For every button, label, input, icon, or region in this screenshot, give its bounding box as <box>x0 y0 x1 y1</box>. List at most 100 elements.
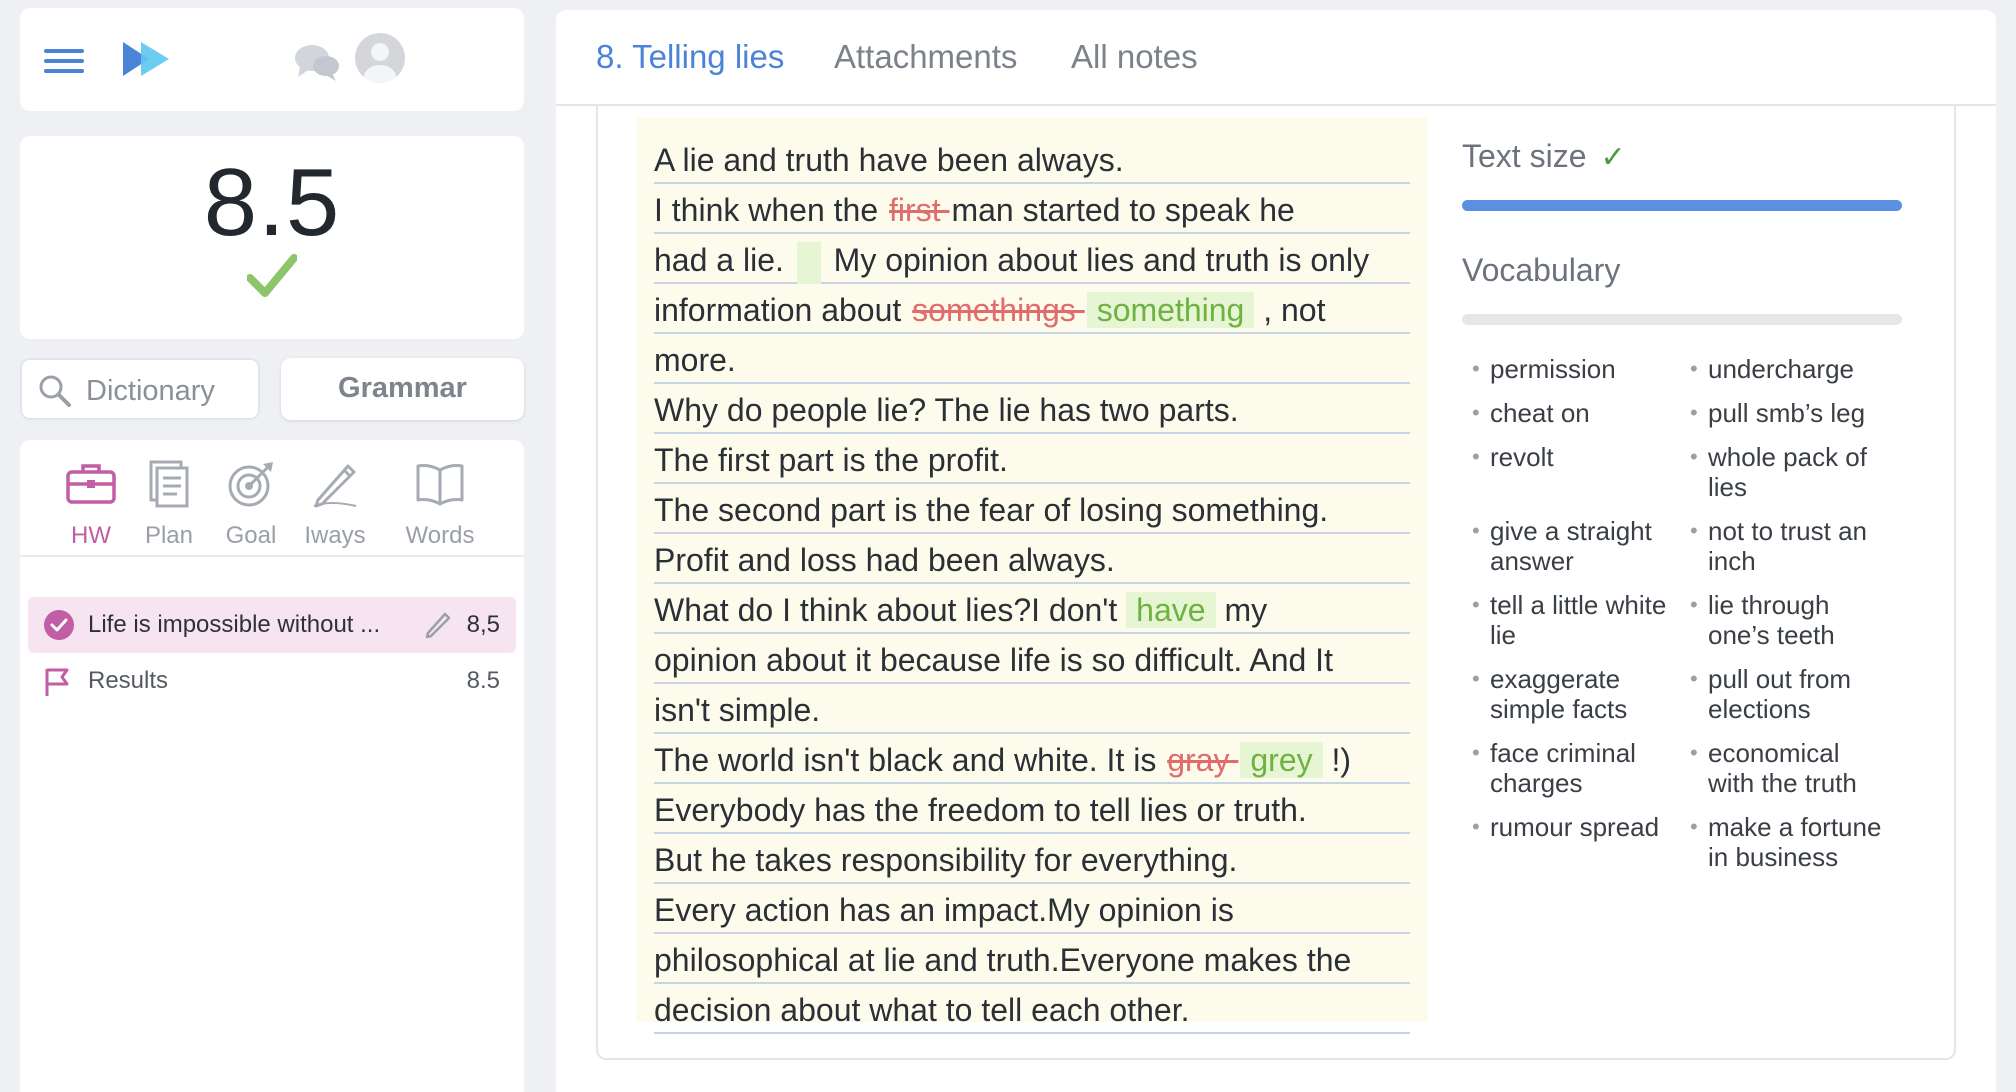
essay-text-segment: The first part is the profit. <box>654 442 1008 478</box>
essay-text-segment: opinion about it because life is so diff… <box>654 642 1333 678</box>
book-icon <box>392 454 488 514</box>
chat-icon[interactable] <box>294 42 340 89</box>
vocabulary-column-2: undercharge pull smb’s leg whole pack of l… <box>1686 354 1886 886</box>
essay-line: The world isn't black and white. It is g… <box>654 736 1410 784</box>
essay-text-segment: more. <box>654 342 736 378</box>
check-icon: ✓ <box>1600 141 1626 174</box>
nav-plan-label: Plan <box>144 522 194 549</box>
essay-text-segment: , not <box>1254 292 1326 328</box>
essay-line: The first part is the profit. <box>654 436 1410 484</box>
essay-text-segment: Why do people lie? The lie has two parts… <box>654 392 1239 428</box>
results-item[interactable]: Results 8.5 <box>28 655 516 707</box>
tab-attachments[interactable]: Attachments <box>834 38 1017 76</box>
essay-line: The second part is the fear of losing so… <box>654 486 1410 534</box>
essay-text-segment: !) <box>1322 742 1352 778</box>
nav-plan[interactable]: Plan <box>134 454 204 550</box>
essay-text-segment: My opinion about lies and truth is only <box>824 242 1370 278</box>
vocabulary-item[interactable]: economical with the truth <box>1686 738 1886 798</box>
tab-all-notes[interactable]: All notes <box>1071 38 1198 76</box>
vocabulary-item[interactable]: not to trust an inch <box>1686 516 1886 576</box>
grammar-button[interactable]: Grammar <box>281 358 524 420</box>
nav-hw-label: HW <box>71 522 111 549</box>
correction-inserted[interactable]: grey <box>1240 742 1323 778</box>
results-score: 8.5 <box>466 667 500 694</box>
pencil-icon <box>295 454 375 514</box>
essay-line: decision about what to tell each other. <box>654 986 1410 1034</box>
assignment-score: 8,5 <box>466 611 500 638</box>
menu-icon[interactable] <box>44 49 84 73</box>
essay-text-segment: The second part is the fear of losing so… <box>654 492 1329 528</box>
avatar[interactable] <box>355 33 405 83</box>
vocabulary-item[interactable]: permission <box>1468 354 1668 384</box>
logo-icon[interactable] <box>123 40 175 83</box>
text-size-text: Text size <box>1462 138 1587 174</box>
nav-words[interactable]: Words <box>392 454 488 550</box>
vocabulary-item[interactable]: give a straight answer <box>1468 516 1668 576</box>
correction-deleted[interactable]: gray <box>1165 742 1240 778</box>
vocabulary-item[interactable]: revolt <box>1468 442 1668 502</box>
divider <box>20 555 524 557</box>
correction-inserted[interactable]: something <box>1086 292 1255 328</box>
essay-text: A lie and truth have been always. I think… <box>654 136 1410 1036</box>
vocabulary-item[interactable]: cheat on <box>1468 398 1668 428</box>
grammar-label: Grammar <box>338 372 467 404</box>
assignment-title: Life is impossible without ... <box>88 611 381 638</box>
essay-line: Everybody has the freedom to tell lies o… <box>654 786 1410 834</box>
tab-lesson[interactable]: 8. Telling lies <box>596 38 784 76</box>
nav-iways-label: Iways <box>304 522 366 549</box>
essay-text-segment: Profit and loss had been always. <box>654 542 1115 578</box>
results-title: Results <box>88 667 169 694</box>
nav-goal[interactable]: Goal <box>216 454 286 550</box>
essay-line: A lie and truth have been always. <box>654 136 1410 184</box>
essay-text-segment: decision about what to tell each other. <box>654 992 1190 1028</box>
assignment-item[interactable]: Life is impossible without ... 8,5 <box>28 597 516 653</box>
essay-line: Profit and loss had been always. <box>654 536 1410 584</box>
essay-text-segment: had a lie. <box>654 242 793 278</box>
vocabulary-item[interactable]: face criminal charges <box>1468 738 1668 798</box>
essay-line: Every action has an impact.My opinion is <box>654 886 1410 934</box>
essay-line: Why do people lie? The lie has two parts… <box>654 386 1410 434</box>
vocabulary-item[interactable]: rumour spread <box>1468 812 1668 872</box>
essay-text-segment: Every action has an impact.My opinion is <box>654 892 1234 928</box>
nav-panel: HW Plan Goal Iways Words Life is impossi… <box>20 440 524 1092</box>
document-icon <box>134 454 204 514</box>
vocabulary-item[interactable]: exaggerate simple facts <box>1468 664 1668 724</box>
nav-goal-label: Goal <box>225 522 277 549</box>
essay-line: information about somethings something ,… <box>654 286 1410 334</box>
check-icon <box>246 254 298 303</box>
top-bar <box>20 8 524 111</box>
correction-deleted[interactable]: first <box>887 192 951 228</box>
essay-line: philosophical at lie and truth.Everyone … <box>654 936 1410 984</box>
essay-line: opinion about it because life is so diff… <box>654 636 1410 684</box>
vocabulary-label: Vocabulary <box>1462 252 1621 288</box>
essay-line: But he takes responsibility for everythi… <box>654 836 1410 884</box>
text-size-label[interactable]: Text size ✓ <box>1462 138 1626 175</box>
correction-gap[interactable] <box>796 241 821 284</box>
dictionary-search[interactable]: Dictionary <box>20 358 260 420</box>
correction-inserted[interactable]: have <box>1126 592 1216 628</box>
essay-line: isn't simple. <box>654 686 1410 734</box>
vocabulary-item[interactable]: pull smb’s leg <box>1686 398 1886 428</box>
correction-deleted[interactable]: somethings <box>910 292 1087 328</box>
score-card: 8.5 <box>20 136 524 339</box>
nav-hw[interactable]: HW <box>56 454 126 550</box>
essay-text-segment: information about <box>654 292 911 328</box>
vocabulary-column-1: permission cheat on revolt give a straight … <box>1468 354 1668 886</box>
nav-iways[interactable]: Iways <box>295 454 375 550</box>
vocabulary-item[interactable]: undercharge <box>1686 354 1886 384</box>
essay-text-segment: A lie and truth have been always. <box>654 142 1124 178</box>
vocabulary-item[interactable]: make a fortune in business <box>1686 812 1886 872</box>
vocabulary-item[interactable]: lie through one’s teeth <box>1686 590 1886 650</box>
edit-icon[interactable] <box>424 611 452 644</box>
vocabulary-item[interactable]: whole pack of lies <box>1686 442 1886 502</box>
vocabulary-bar <box>1462 314 1902 325</box>
dictionary-label: Dictionary <box>86 375 215 407</box>
text-size-slider[interactable] <box>1462 200 1902 211</box>
essay-text-segment: What do I think about lies?I don't <box>654 592 1127 628</box>
vocabulary-item[interactable]: tell a little white lie <box>1468 590 1668 650</box>
essay-text-segment: The world isn't black and white. It is <box>654 742 1166 778</box>
target-icon <box>216 454 286 514</box>
vocabulary-item[interactable]: pull out from elections <box>1686 664 1886 724</box>
tab-bar: 8. Telling lies Attachments All notes <box>556 10 1996 106</box>
nav-words-label: Words <box>405 522 475 549</box>
